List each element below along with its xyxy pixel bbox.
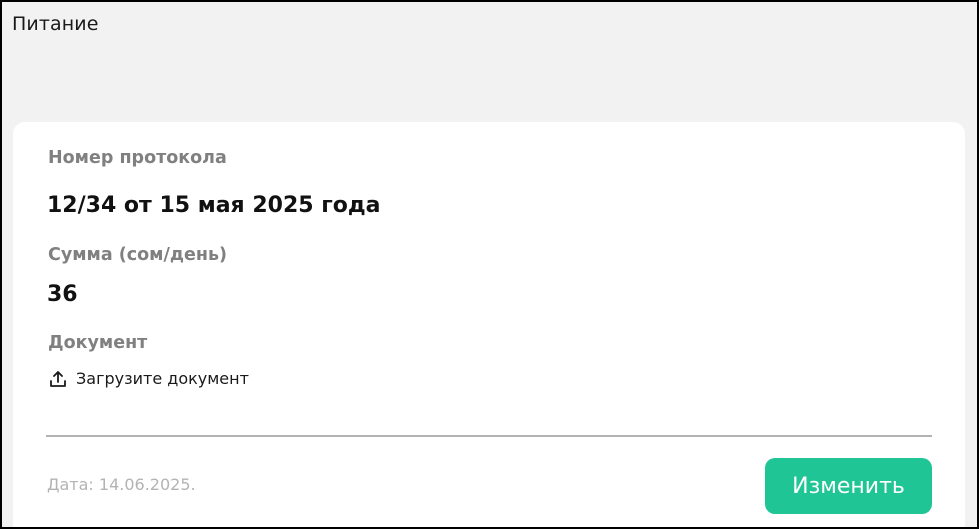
sum-label: Сумма (сом/день) bbox=[48, 245, 228, 265]
upload-document-link[interactable]: Загрузите документ bbox=[49, 369, 249, 388]
edit-button[interactable]: Изменить bbox=[765, 458, 932, 514]
protocol-number-value: 12/34 от 15 мая 2025 года bbox=[47, 193, 381, 218]
document-label: Документ bbox=[48, 333, 148, 353]
nutrition-card: Номер протокола 12/34 от 15 мая 2025 год… bbox=[13, 122, 965, 527]
page-frame: Питание Номер протокола 12/34 от 15 мая … bbox=[0, 0, 979, 529]
upload-document-text: Загрузите документ bbox=[76, 369, 249, 388]
protocol-number-label: Номер протокола bbox=[48, 148, 227, 168]
upload-icon bbox=[50, 370, 66, 387]
divider bbox=[46, 435, 932, 437]
date-text: Дата: 14.06.2025. bbox=[47, 475, 196, 494]
section-title: Питание bbox=[12, 13, 99, 35]
sum-value: 36 bbox=[47, 282, 78, 307]
